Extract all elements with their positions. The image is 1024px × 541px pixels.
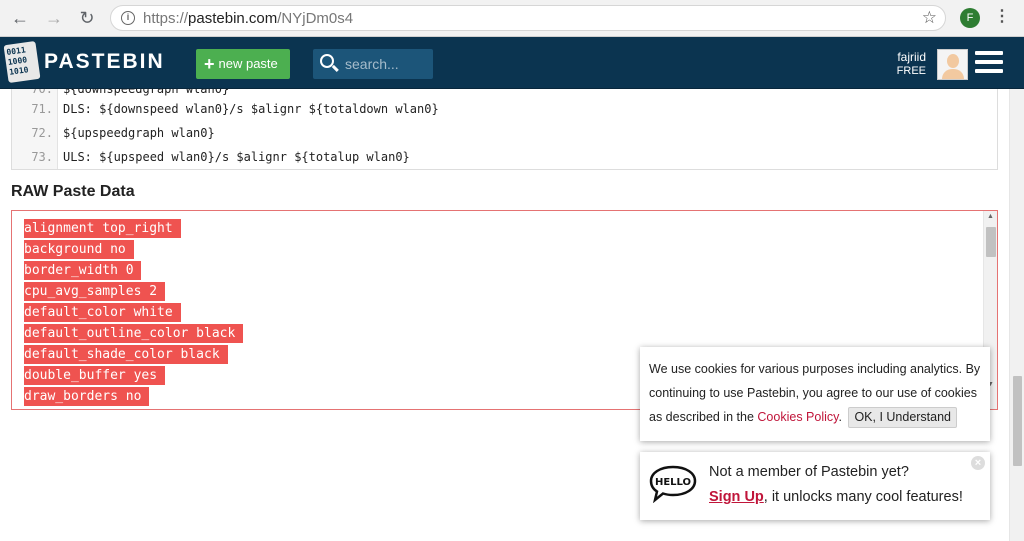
raw-line-text: background no — [24, 240, 134, 259]
raw-line: alignment top_right — [24, 219, 243, 240]
cookie-ok-button[interactable]: OK, I Understand — [848, 407, 958, 428]
search-input[interactable] — [345, 55, 429, 73]
code-line: 72. ${upspeedgraph wlan0} — [12, 121, 997, 145]
raw-line: default_color white — [24, 303, 243, 324]
avatar-body — [942, 69, 964, 79]
raw-line-text: border_width 0 — [24, 261, 142, 280]
code-text: ULS: ${upspeed wlan0}/s $alignr ${totalu… — [63, 150, 410, 164]
address-bar[interactable]: i https://pastebin.com/NYjDm0s4 ☆ — [110, 5, 946, 31]
page-scrollbar[interactable] — [1009, 89, 1024, 541]
avatar-head — [947, 54, 959, 68]
textarea-scroll-thumb[interactable] — [986, 227, 996, 257]
plus-icon: + — [204, 54, 215, 74]
code-text: ${upspeedgraph wlan0} — [63, 126, 215, 140]
hamburger-bar — [975, 60, 1003, 64]
bookmark-star-icon[interactable]: ☆ — [922, 8, 937, 28]
signup-notice: HELLO Not a member of Pastebin yet? Sign… — [640, 452, 990, 520]
address-url[interactable]: https://pastebin.com/NYjDm0s4 — [143, 10, 353, 27]
raw-line-text: cpu_avg_samples 2 — [24, 282, 165, 301]
raw-paste-content[interactable]: alignment top_right background no border… — [24, 219, 244, 408]
hello-text: HELLO — [655, 477, 691, 488]
raw-line: border_width 0 — [24, 261, 243, 282]
close-icon[interactable]: × — [971, 456, 985, 470]
code-line: 73. ULS: ${upspeed wlan0}/s $alignr ${to… — [12, 145, 997, 169]
search-icon[interactable] — [320, 54, 334, 68]
hamburger-bar — [975, 69, 1003, 73]
url-path: /NYjDm0s4 — [277, 10, 354, 27]
line-number: 71. — [31, 102, 53, 116]
hamburger-bar — [975, 51, 1003, 55]
line-number: 72. — [31, 126, 53, 140]
raw-line: default_outline_color black — [24, 324, 244, 345]
code-text: DLS: ${downspeed wlan0}/s $alignr ${tota… — [63, 102, 439, 116]
forward-icon[interactable]: → — [44, 8, 64, 28]
raw-line: default_shade_color black — [24, 345, 243, 366]
url-host: pastebin.com — [188, 10, 278, 27]
cookie-text: We use cookies for various purposes incl… — [649, 357, 984, 429]
user-tier-badge: FREE — [896, 65, 926, 77]
hello-speech-bubble-icon: HELLO — [649, 465, 697, 503]
cookie-period: . — [838, 410, 842, 424]
raw-line: cpu_avg_samples 2 — [24, 282, 243, 303]
url-scheme: https:// — [143, 10, 189, 27]
reload-icon[interactable]: ↻ — [77, 8, 97, 28]
cookies-policy-link[interactable]: Cookies Policy — [757, 410, 838, 424]
signup-message: Not a member of Pastebin yet? — [709, 464, 909, 480]
back-icon[interactable]: ← — [10, 8, 30, 28]
raw-line-text: alignment top_right — [24, 219, 181, 238]
signup-rest: , it unlocks many cool features! — [763, 489, 963, 505]
raw-paste-heading: RAW Paste Data — [11, 183, 135, 200]
info-icon[interactable]: i — [121, 11, 135, 25]
raw-line-text: double_buffer yes — [24, 366, 165, 385]
browser-menu-icon[interactable]: ⋮ — [994, 7, 1010, 27]
browser-toolbar: ← → ↻ i https://pastebin.com/NYjDm0s4 ☆ … — [0, 0, 1024, 37]
raw-line: draw_borders no — [24, 387, 243, 408]
scroll-up-icon[interactable]: ▲ — [987, 213, 994, 220]
raw-line-text: default_shade_color black — [24, 345, 228, 364]
raw-line-text: default_outline_color black — [24, 324, 244, 343]
raw-line: background no — [24, 240, 243, 261]
new-paste-button[interactable]: + new paste — [196, 49, 290, 79]
user-avatar[interactable] — [937, 49, 968, 80]
profile-avatar[interactable]: F — [960, 8, 980, 28]
pastebin-logo-icon[interactable]: 0011 1000 1010 — [3, 40, 41, 84]
hamburger-menu-icon[interactable] — [975, 51, 1003, 77]
user-name[interactable]: fajriid — [897, 50, 926, 64]
raw-line-text: draw_borders no — [24, 387, 150, 406]
line-number: 73. — [31, 150, 53, 164]
site-header: 0011 1000 1010 PASTEBIN +new paste fajri… — [0, 37, 1024, 89]
signup-line: Sign Up, it unlocks many cool features! — [709, 489, 963, 505]
sign-up-link[interactable]: Sign Up — [709, 489, 764, 505]
raw-line: double_buffer yes — [24, 366, 243, 387]
raw-line-text: default_color white — [24, 303, 181, 322]
code-line: 71. DLS: ${downspeed wlan0}/s $alignr ${… — [12, 97, 997, 121]
search-box — [313, 49, 433, 79]
code-viewer: 70. ${downspeedgraph wlan0} 71. DLS: ${d… — [11, 89, 998, 170]
new-paste-label: new paste — [218, 56, 278, 71]
logo-text[interactable]: PASTEBIN — [44, 50, 165, 74]
cookie-notice: We use cookies for various purposes incl… — [640, 347, 990, 441]
page-scroll-thumb[interactable] — [1013, 376, 1022, 466]
